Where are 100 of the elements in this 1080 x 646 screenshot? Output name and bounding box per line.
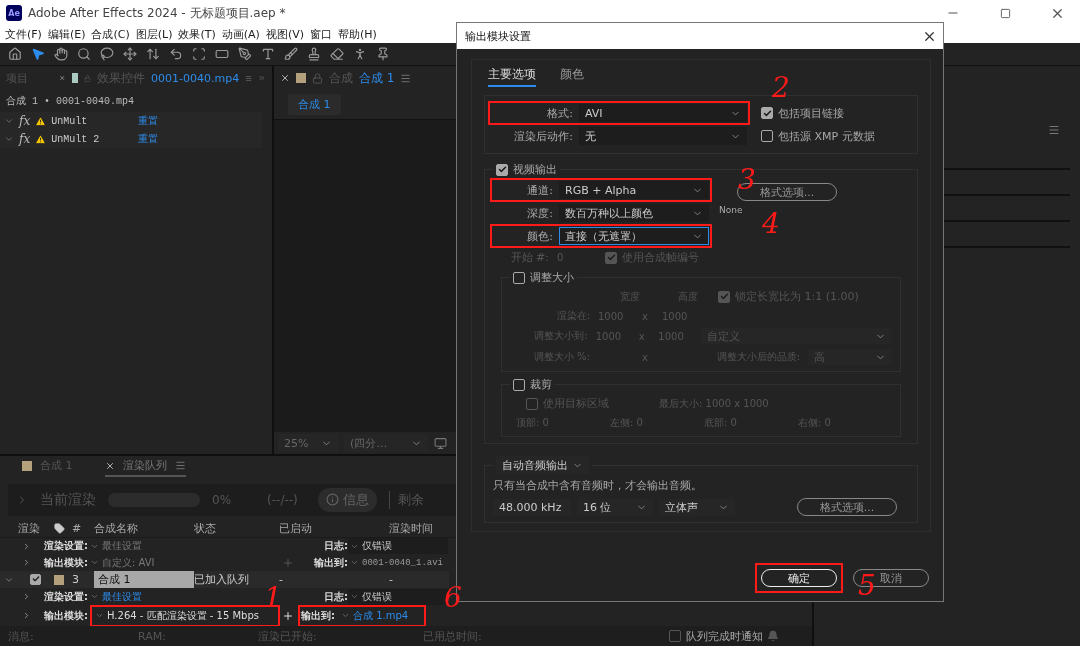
dropdown[interactable]: AVI (579, 104, 747, 122)
video-output-option[interactable]: 视频输出 (496, 162, 557, 177)
move-icon[interactable] (123, 47, 137, 61)
frame-icon[interactable] (192, 47, 206, 61)
reset-link[interactable]: 重置 (138, 114, 158, 128)
warning-icon (35, 133, 47, 145)
dropdown[interactable]: 数百万种以上颜色 (559, 204, 709, 222)
figure-icon[interactable] (353, 47, 367, 61)
checkbox[interactable] (669, 630, 681, 643)
layer-name: 0001-0040.mp4 (151, 71, 240, 85)
settings-dropdown[interactable]: 最佳设置 (88, 588, 268, 605)
audio-note: 只有当合成中含有音频时，才会输出音频。 (493, 478, 703, 493)
annotation-number: 4 (762, 210, 780, 238)
add-icon[interactable] (282, 609, 294, 622)
render-time: - (389, 573, 394, 587)
menu-icon[interactable] (1048, 124, 1060, 136)
field-label: 渲染设置: (43, 539, 88, 553)
breadcrumb: 合成 1 • 0001-0040.mp4 (5, 95, 136, 109)
output-dropdown[interactable]: 合成 1.mp4 (339, 607, 411, 624)
snapshot-icon[interactable] (434, 436, 447, 450)
comp-name[interactable]: 合成 1 (359, 69, 395, 87)
check-icon (719, 292, 729, 301)
reset-link[interactable]: 重置 (138, 132, 158, 146)
column-header: 渲染 (18, 520, 41, 536)
brush-icon[interactable] (284, 47, 298, 61)
check-icon (762, 108, 772, 118)
app-logo: Ae (6, 5, 22, 21)
notify-option[interactable]: 队列完成时通知 (669, 628, 763, 644)
rectangle-icon[interactable] (215, 47, 229, 61)
checkbox[interactable] (718, 290, 730, 303)
menu-item[interactable]: 帮助(H) (335, 27, 380, 42)
crop-option[interactable]: 裁剪 (513, 377, 552, 392)
checkbox[interactable] (761, 130, 773, 142)
menu-item[interactable]: 编辑(E) (44, 27, 89, 42)
menu-item[interactable]: 效果(T) (175, 27, 219, 42)
checkbox[interactable] (526, 397, 538, 410)
comp-flow-chip[interactable]: 合成 1 (288, 94, 341, 115)
check-icon (497, 165, 507, 174)
checkbox[interactable] (496, 163, 508, 176)
checkbox[interactable] (513, 271, 525, 284)
rotate-icon[interactable] (169, 47, 183, 61)
column-header: # (72, 521, 83, 535)
lasso-icon[interactable] (100, 47, 114, 61)
pointer-icon[interactable] (31, 47, 45, 61)
pin-icon[interactable] (376, 47, 390, 61)
text-tool-icon[interactable] (261, 47, 275, 61)
menu-item[interactable]: 动画(A) (218, 27, 263, 42)
menu-icon[interactable] (400, 72, 412, 84)
menu-item[interactable]: 视图(V) (262, 27, 307, 42)
panel-tab[interactable]: 渲染队列 (104, 458, 186, 478)
field-label: 格式: (546, 105, 573, 121)
checkbox[interactable] (30, 573, 41, 585)
fx-badge[interactable]: fx (19, 114, 31, 128)
search-icon[interactable] (77, 47, 91, 61)
field-label: 通道: (526, 182, 553, 198)
output-dropdown[interactable]: 0001-0040_1.avi (348, 554, 448, 571)
close-icon[interactable] (280, 73, 290, 83)
item-status: 已加入队列 (194, 572, 250, 588)
progress-percent: 0% (212, 492, 232, 507)
module-dropdown[interactable]: 自定义: AVI (88, 554, 268, 571)
hand-icon[interactable] (54, 47, 68, 61)
field-label: 深度: (526, 205, 553, 221)
dialog-tab[interactable]: 颜色 (560, 66, 584, 87)
check-icon (31, 575, 40, 584)
column-header: 渲染时间 (389, 520, 434, 536)
check-icon (606, 253, 616, 262)
menu-item[interactable]: 窗口 (307, 27, 335, 42)
resize-option[interactable]: 调整大小 (513, 270, 574, 285)
field-label: 渲染设置: (43, 589, 88, 604)
eraser-icon[interactable] (330, 47, 344, 61)
layer-swatch (71, 73, 79, 83)
field-label: 渲染后动作: (513, 128, 573, 144)
checkbox[interactable] (761, 107, 773, 119)
stamp-icon[interactable] (307, 47, 321, 61)
menu-item[interactable]: 图层(L) (132, 27, 176, 42)
item-number: 3 (72, 573, 80, 587)
tag-icon (54, 522, 65, 534)
dropdown[interactable]: RGB + Alpha (559, 181, 709, 199)
dialog-tab[interactable]: 主要选项 (488, 66, 536, 87)
effect-row[interactable]: fx UnMult 重置 (0, 112, 262, 130)
checkbox-option[interactable]: 包括源 XMP 元数据 (761, 128, 875, 144)
field-label: 颜色: (526, 228, 553, 244)
fx-badge[interactable]: fx (19, 132, 31, 146)
effect-name: UnMult (51, 115, 88, 127)
field-label: 输出模块: (43, 608, 88, 623)
up-down-arrow-icon[interactable] (146, 47, 160, 61)
menu-item[interactable]: 文件(F) (2, 27, 45, 42)
dropdown[interactable]: 直接（无遮罩） (559, 227, 709, 245)
pen-icon[interactable] (238, 47, 252, 61)
settings-dropdown[interactable]: 最佳设置 (88, 538, 268, 554)
checkbox-option[interactable]: 包括项目链接 (761, 105, 844, 121)
started-time: - (279, 573, 284, 587)
menu-item[interactable]: 合成(C) (88, 27, 133, 42)
checkbox[interactable] (513, 378, 525, 391)
effect-row[interactable]: fx UnMult 2 重置 (0, 130, 262, 148)
dropdown[interactable]: 无 (579, 127, 747, 145)
comp-name[interactable]: 合成 1 (94, 571, 194, 589)
log-dropdown[interactable]: 仅错误 (348, 538, 448, 554)
module-dropdown[interactable]: H.264 - 匹配渲染设置 - 15 Mbps (93, 607, 261, 624)
comp-swatch (22, 460, 32, 471)
